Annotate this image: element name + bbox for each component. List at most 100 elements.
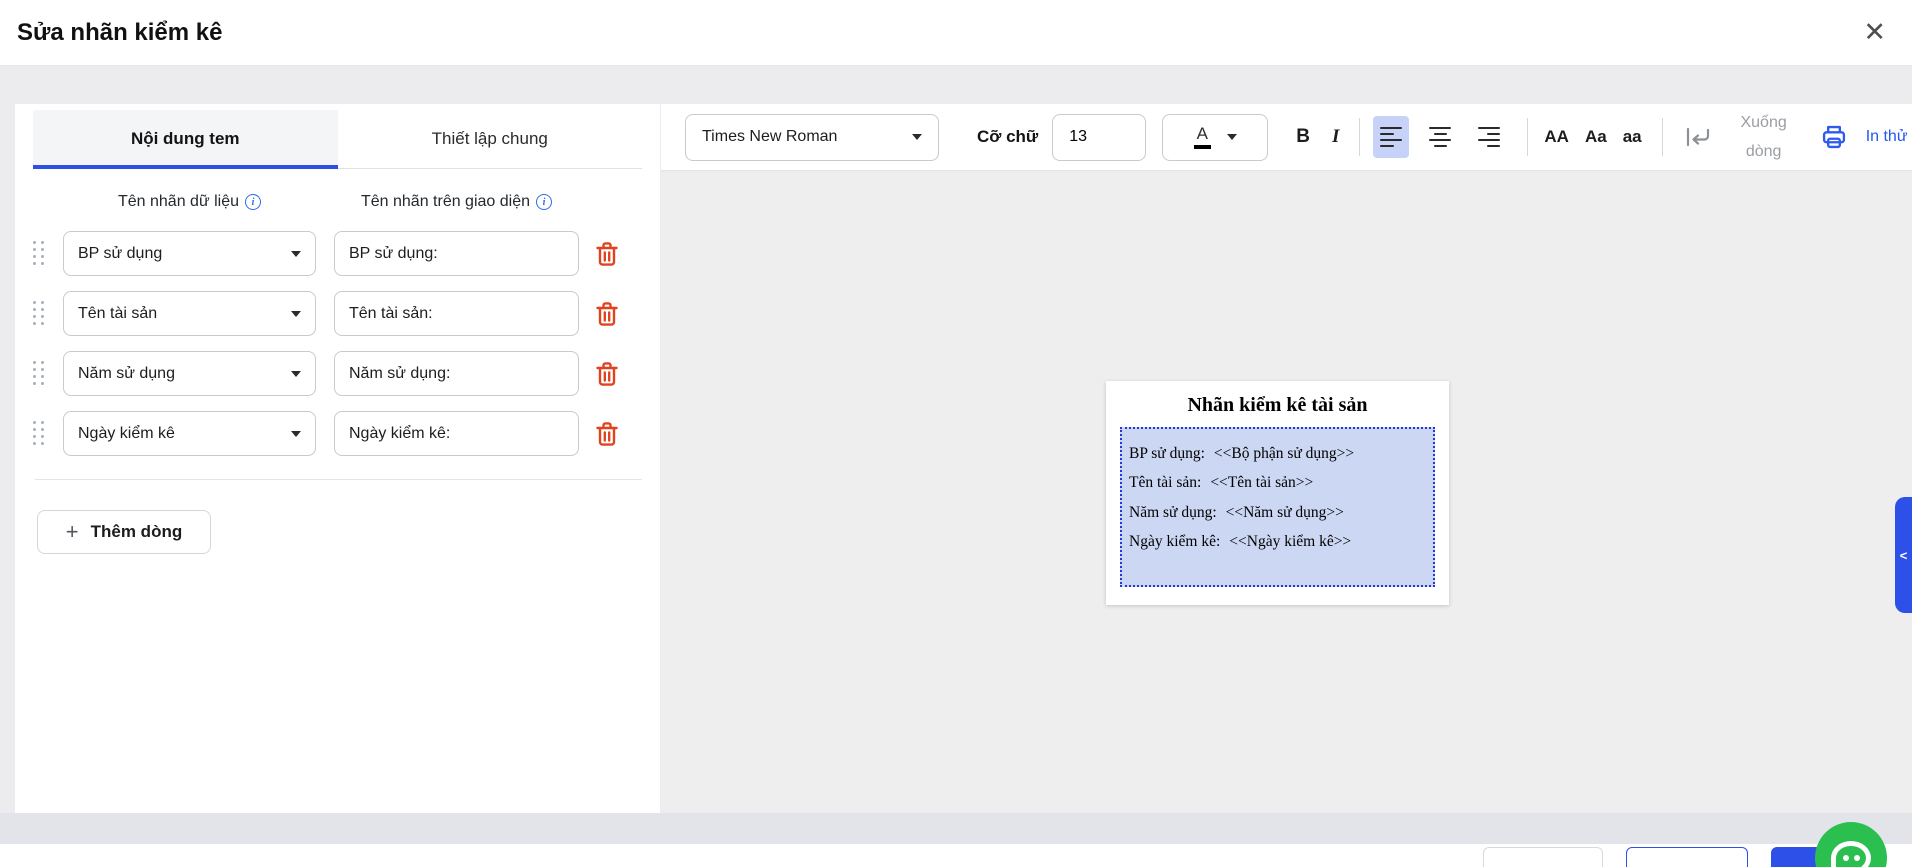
bold-button[interactable]: B xyxy=(1296,126,1310,148)
print-test-button[interactable]: In thử xyxy=(1863,125,1911,149)
trash-icon xyxy=(595,421,619,447)
tab-general-settings[interactable]: Thiết lập chung xyxy=(338,110,643,168)
align-left-button[interactable] xyxy=(1373,116,1409,158)
font-family-select[interactable]: Times New Roman xyxy=(685,114,939,161)
line-break-label[interactable]: Xuống dòng xyxy=(1723,108,1805,166)
font-size-label: Cỡ chữ xyxy=(977,127,1038,147)
label-preview-body[interactable]: BP sử dụng: <<Bộ phận sử dụng>> Tên tài s… xyxy=(1120,427,1435,587)
align-center-button[interactable] xyxy=(1422,116,1458,158)
field-row: Năm sử dụng xyxy=(33,351,642,396)
preview-line: BP sử dụng: <<Bộ phận sử dụng>> xyxy=(1129,439,1433,469)
column-header-data-field: Tên nhãn dữ liệu i xyxy=(63,193,316,211)
tab-label-content[interactable]: Nội dung tem xyxy=(33,110,338,168)
font-color-picker[interactable]: A xyxy=(1162,114,1268,161)
uppercase-button[interactable]: AA xyxy=(1544,127,1569,147)
line-break-icon[interactable] xyxy=(1685,125,1711,149)
trash-icon xyxy=(595,301,619,327)
label-preview-title: Nhãn kiểm kê tài sản xyxy=(1106,394,1449,417)
chevron-down-icon xyxy=(291,431,301,437)
preview-line: Ngày kiểm kê: <<Ngày kiểm kê>> xyxy=(1129,527,1433,557)
chevron-left-icon: < xyxy=(1900,548,1908,563)
footer-outline-button[interactable] xyxy=(1626,847,1748,867)
display-name-input[interactable] xyxy=(334,411,579,456)
preview-line-label: Năm sử dụng: xyxy=(1129,504,1217,521)
field-rows: BP sử dụng Tên tài sản xyxy=(33,231,642,456)
preview-line-label: BP sử dụng: xyxy=(1129,445,1205,462)
column-header-label: Tên nhãn trên giao diện xyxy=(361,193,530,211)
data-field-select[interactable]: Năm sử dụng xyxy=(63,351,316,396)
toolbar-separator xyxy=(1359,118,1360,156)
label-preview-card[interactable]: Nhãn kiểm kê tài sản BP sử dụng: <<Bộ phậ… xyxy=(1106,381,1449,605)
preview-line-value: <<Tên tài sản>> xyxy=(1210,474,1313,491)
trash-icon xyxy=(595,241,619,267)
footer-secondary-button[interactable] xyxy=(1483,847,1603,867)
delete-row-button[interactable] xyxy=(593,360,621,388)
display-name-input[interactable] xyxy=(334,291,579,336)
formatting-toolbar: Times New Roman Cỡ chữ A B I AA Aa aa Xu… xyxy=(661,104,1912,171)
add-row-button[interactable]: + Thêm dòng xyxy=(37,510,211,554)
chevron-down-icon xyxy=(291,251,301,257)
preview-line-value: <<Năm sử dụng>> xyxy=(1226,504,1344,521)
bottom-strip xyxy=(0,813,1912,844)
drag-handle-icon[interactable] xyxy=(33,241,63,266)
italic-button[interactable]: I xyxy=(1332,126,1339,148)
label-content-panel: Nội dung tem Thiết lập chung Tên nhãn dữ… xyxy=(15,104,660,813)
drag-handle-icon[interactable] xyxy=(33,421,63,446)
drag-handle-icon[interactable] xyxy=(33,301,63,326)
tab-bar: Nội dung tem Thiết lập chung xyxy=(33,110,642,169)
lowercase-button[interactable]: aa xyxy=(1623,127,1642,147)
font-size-input[interactable] xyxy=(1052,114,1146,161)
field-row: BP sử dụng xyxy=(33,231,642,276)
add-row-label: Thêm dòng xyxy=(91,522,183,542)
data-field-select[interactable]: BP sử dụng xyxy=(63,231,316,276)
info-icon[interactable]: i xyxy=(245,194,261,210)
column-header-label: Tên nhãn dữ liệu xyxy=(118,193,239,211)
collapse-panel-tab[interactable]: < xyxy=(1895,497,1912,613)
preview-line: Tên tài sản: <<Tên tài sản>> xyxy=(1129,468,1433,498)
data-field-select[interactable]: Tên tài sản xyxy=(63,291,316,336)
delete-row-button[interactable] xyxy=(593,300,621,328)
printer-icon[interactable] xyxy=(1819,123,1849,151)
font-color-letter: A xyxy=(1194,125,1211,149)
chevron-down-icon xyxy=(291,371,301,377)
align-right-button[interactable] xyxy=(1471,116,1507,158)
preview-canvas: Nhãn kiểm kê tài sản BP sử dụng: <<Bộ phậ… xyxy=(661,172,1912,813)
toolbar-separator xyxy=(1527,118,1528,156)
toolbar-separator xyxy=(1662,118,1663,156)
font-family-value: Times New Roman xyxy=(702,128,837,146)
preview-line-value: <<Ngày kiểm kê>> xyxy=(1229,533,1351,550)
field-row: Ngày kiểm kê xyxy=(33,411,642,456)
field-row: Tên tài sản xyxy=(33,291,642,336)
dialog-titlebar: Sửa nhãn kiểm kê ✕ xyxy=(0,0,1912,66)
trash-icon xyxy=(595,361,619,387)
footer-bar xyxy=(0,844,1912,867)
chevron-down-icon xyxy=(291,311,301,317)
capitalize-button[interactable]: Aa xyxy=(1585,127,1607,147)
data-field-select[interactable]: Ngày kiểm kê xyxy=(63,411,316,456)
display-name-input[interactable] xyxy=(334,351,579,396)
tab-label: Nội dung tem xyxy=(131,129,240,149)
preview-line-label: Tên tài sản: xyxy=(1129,474,1201,491)
chevron-down-icon xyxy=(912,134,922,140)
select-value: BP sử dụng xyxy=(78,245,162,263)
plus-icon: + xyxy=(66,521,79,543)
tab-label: Thiết lập chung xyxy=(432,129,548,149)
close-icon[interactable]: ✕ xyxy=(1863,19,1886,46)
info-icon[interactable]: i xyxy=(536,194,552,210)
chat-bubble-icon xyxy=(1831,841,1871,867)
select-value: Ngày kiểm kê xyxy=(78,425,175,443)
drag-handle-icon[interactable] xyxy=(33,361,63,386)
display-name-input[interactable] xyxy=(334,231,579,276)
column-headers: Tên nhãn dữ liệu i Tên nhãn trên giao di… xyxy=(33,193,642,211)
preview-line-value: <<Bộ phận sử dụng>> xyxy=(1214,445,1354,462)
preview-line: Năm sử dụng: <<Năm sử dụng>> xyxy=(1129,498,1433,528)
column-header-display-name: Tên nhãn trên giao diện i xyxy=(334,193,579,211)
delete-row-button[interactable] xyxy=(593,420,621,448)
delete-row-button[interactable] xyxy=(593,240,621,268)
preview-line-label: Ngày kiểm kê: xyxy=(1129,533,1220,550)
select-value: Năm sử dụng xyxy=(78,365,175,383)
dialog-title: Sửa nhãn kiểm kê xyxy=(17,19,222,47)
section-divider xyxy=(35,479,642,480)
chevron-down-icon xyxy=(1227,134,1237,140)
select-value: Tên tài sản xyxy=(78,305,157,323)
